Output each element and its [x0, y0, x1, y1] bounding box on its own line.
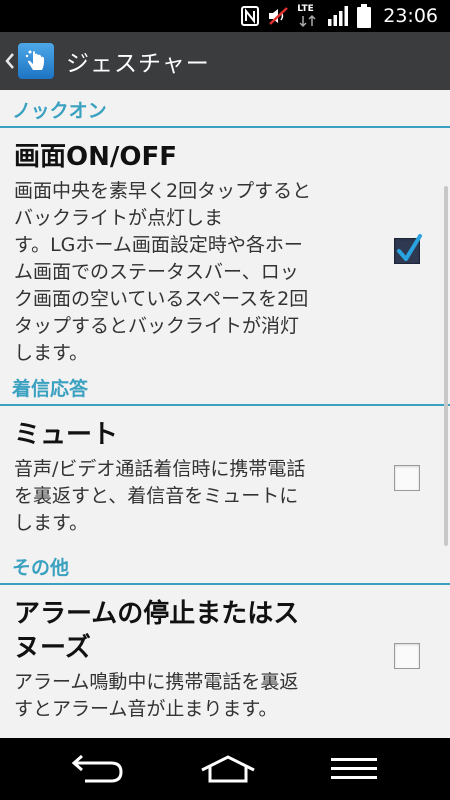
- pref-title-line: アラームの停止またはス: [14, 599, 300, 629]
- scrollbar[interactable]: [444, 186, 448, 546]
- summary-line: すとアラーム音が止まります。: [14, 698, 278, 720]
- screen-on-off-checkbox[interactable]: [394, 234, 422, 264]
- screen: LTE 23:06 ジェスチャー ノックオン 画面ON/OFF 画面中央を素早く…: [0, 0, 450, 800]
- pref-title: ミュート: [14, 420, 119, 450]
- pref-title-line: ヌーズ: [14, 633, 91, 663]
- summary-line: タップするとバックライトが消灯: [14, 315, 300, 337]
- home-icon: [201, 755, 255, 783]
- pref-summary: 画面中央を素早く2回タップすると バックライトが点灯しま す。LGホーム画面設定…: [14, 178, 358, 367]
- section-header-incoming-call: 着信応答: [0, 368, 450, 406]
- section-header-label: その他: [12, 557, 70, 579]
- section-header-label: ノックオン: [12, 100, 107, 122]
- summary-line: します。: [14, 342, 89, 364]
- back-button[interactable]: [48, 738, 148, 800]
- status-icons: LTE 23:06: [241, 0, 450, 32]
- summary-line: バックライトが点灯しま: [14, 207, 224, 229]
- gesture-hand-icon: [18, 43, 54, 79]
- back-icon: [71, 754, 123, 783]
- section-header-label: 着信応答: [12, 378, 89, 400]
- battery-icon: [357, 4, 372, 28]
- alarm-stop-checkbox[interactable]: [394, 643, 420, 669]
- menu-icon: [331, 758, 377, 779]
- menu-button[interactable]: [304, 738, 404, 800]
- lte-icon: LTE: [297, 4, 319, 28]
- pref-title: 画面ON/OFF: [14, 142, 177, 172]
- summary-line: ム画面でのステータスバー、ロッ: [14, 261, 299, 283]
- checkmark-icon: [397, 234, 422, 261]
- chevron-left-icon[interactable]: [2, 53, 18, 69]
- pref-item-mute[interactable]: ミュート 音声/ビデオ通話着信時に携帯電話 を裏返すと、着信音をミュートに しま…: [0, 406, 450, 547]
- pref-summary: 音声/ビデオ通話着信時に携帯電話 を裏返すと、着信音をミュートに します。: [14, 456, 358, 537]
- mute-checkbox[interactable]: [394, 465, 420, 491]
- settings-list[interactable]: ノックオン 画面ON/OFF 画面中央を素早く2回タップすると バックライトが点…: [0, 90, 450, 738]
- clock: 23:06: [383, 5, 438, 27]
- section-header-knock-on: ノックオン: [0, 90, 450, 128]
- page-title: ジェスチャー: [66, 51, 210, 77]
- status-bar: LTE 23:06: [0, 0, 450, 32]
- section-header-other: その他: [0, 547, 450, 585]
- pref-title: アラームの停止またはス ヌーズ: [14, 597, 358, 665]
- app-bar[interactable]: ジェスチャー: [0, 32, 450, 90]
- pref-item-screen-on-off[interactable]: 画面ON/OFF 画面中央を素早く2回タップすると バックライトが点灯しま す。…: [0, 128, 450, 368]
- navigation-bar: [0, 738, 450, 800]
- summary-line: 画面中央を素早く2回タップすると: [14, 180, 312, 202]
- pref-summary: アラーム鳴動中に携帯電話を裏返 すとアラーム音が止まります。: [14, 669, 358, 723]
- mute-icon: [267, 6, 289, 26]
- summary-line: ク画面の空いているスペースを2回: [14, 288, 309, 310]
- signal-icon: [327, 5, 349, 27]
- summary-line: を裏返すと、着信音をミュートに: [14, 485, 299, 507]
- summary-line: アラーム鳴動中に携帯電話を裏返: [14, 671, 299, 693]
- pref-item-alarm-stop-snooze[interactable]: アラームの停止またはス ヌーズ アラーム鳴動中に携帯電話を裏返 すとアラーム音が…: [0, 585, 450, 738]
- lte-label: LTE: [297, 4, 314, 14]
- summary-line: 音声/ビデオ通話着信時に携帯電話: [14, 458, 306, 480]
- summary-line: します。: [14, 512, 89, 534]
- home-button[interactable]: [178, 738, 278, 800]
- summary-line: す。LGホーム画面設定時や各ホー: [14, 234, 303, 256]
- nfc-icon: [241, 6, 260, 26]
